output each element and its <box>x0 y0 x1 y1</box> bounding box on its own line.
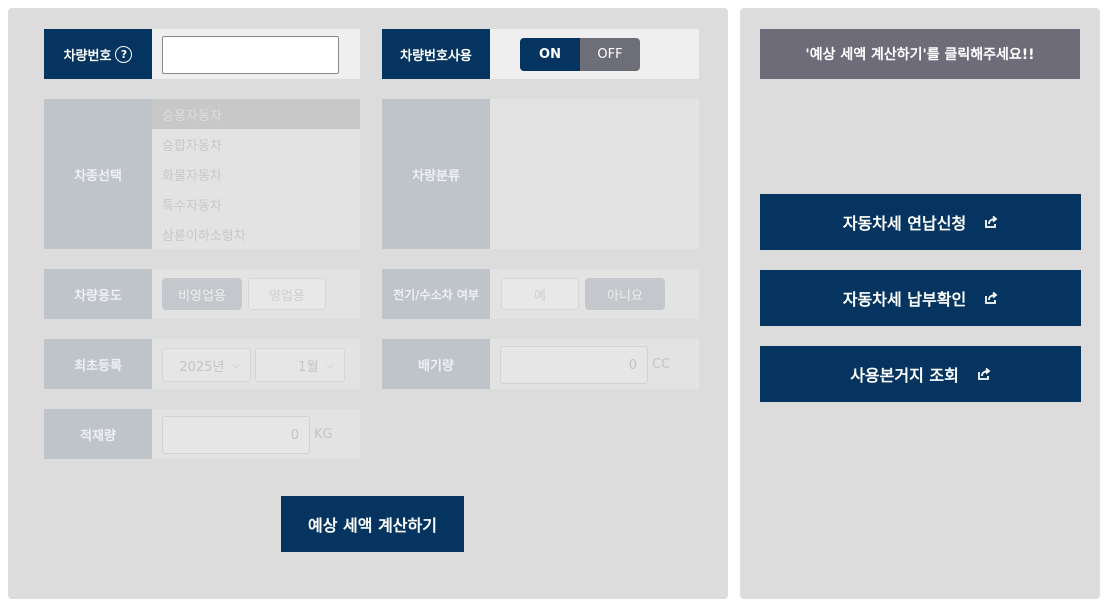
vehicle-class-label: 차량분류 <box>382 99 490 249</box>
load-capacity-input[interactable]: 0 <box>162 416 310 454</box>
year-select[interactable]: 2025년 ⌵ <box>162 348 251 382</box>
help-icon[interactable]: ? <box>115 45 133 63</box>
home-base-lookup-button[interactable]: 사용본거지 조회 <box>760 346 1081 402</box>
toggle-on-button[interactable]: ON <box>520 38 580 71</box>
vehicle-class-list <box>490 99 699 249</box>
toggle-off-button[interactable]: OFF <box>580 38 640 71</box>
electric-yes-button[interactable]: 예 <box>501 278 579 310</box>
electric-no-button[interactable]: 아니요 <box>585 278 665 310</box>
chevron-down-icon: ⌵ <box>232 359 240 371</box>
external-link-icon <box>985 291 998 304</box>
vehicle-type-item[interactable]: 승용자동차 <box>152 99 360 129</box>
chevron-down-icon: ⌵ <box>326 359 334 371</box>
notice-banner: '예상 세액 계산하기'를 클릭해주세요!! <box>760 29 1080 79</box>
load-capacity-label: 적재량 <box>44 409 152 459</box>
vehicle-type-item[interactable]: 삼륜이하소형차 <box>152 219 360 249</box>
usage-noncommercial-button[interactable]: 비영업용 <box>162 278 242 310</box>
calculate-tax-button[interactable]: 예상 세액 계산하기 <box>281 496 464 552</box>
usage-label: 차량용도 <box>44 269 152 319</box>
month-select[interactable]: 1월 ⌵ <box>255 348 345 382</box>
vehicle-type-item[interactable]: 화물자동차 <box>152 159 360 189</box>
annual-payment-apply-button[interactable]: 자동차세 연납신청 <box>760 194 1081 250</box>
vehicle-type-label: 차종선택 <box>44 99 152 249</box>
first-registration-label: 최초등록 <box>44 339 152 389</box>
plate-use-toggle[interactable]: ON OFF <box>520 38 640 71</box>
external-link-icon <box>977 367 991 380</box>
displacement-input[interactable]: 0 <box>500 346 648 384</box>
vehicle-type-item[interactable]: 승합자동차 <box>152 129 360 159</box>
external-link-icon <box>985 215 998 228</box>
usage-commercial-button[interactable]: 영업용 <box>248 278 326 310</box>
plate-number-label: 차량번호 ? <box>44 29 152 79</box>
plate-use-label: 차량번호사용 <box>382 29 490 79</box>
vehicle-type-item[interactable]: 특수자동차 <box>152 189 360 219</box>
electric-label: 전기/수소차 여부 <box>382 269 490 319</box>
load-capacity-unit: KG <box>314 427 333 442</box>
displacement-unit: CC <box>652 357 671 372</box>
displacement-label: 배기량 <box>382 339 490 389</box>
payment-check-button[interactable]: 자동차세 납부확인 <box>760 270 1081 326</box>
plate-number-input[interactable] <box>162 36 339 74</box>
